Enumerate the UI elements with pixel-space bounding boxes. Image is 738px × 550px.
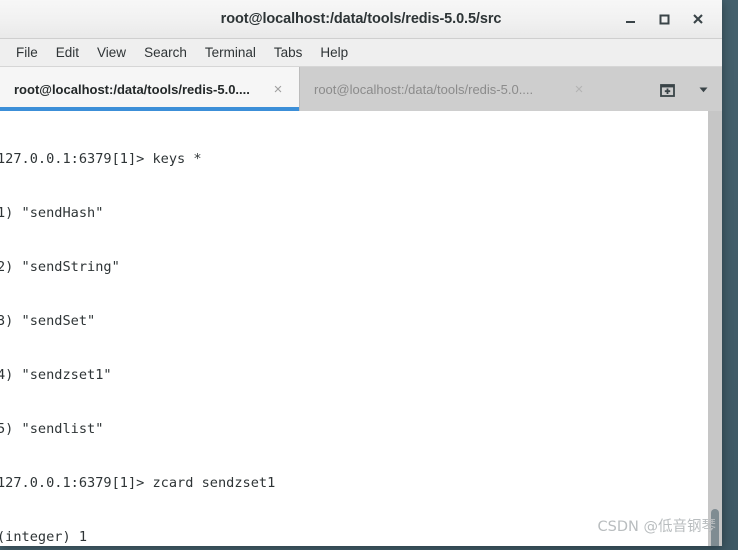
terminal-line: 1) "sendHash" (0, 205, 104, 221)
terminal-area: 127.0.0.1:6379[1]> keys * 1) "sendHash" … (0, 111, 722, 546)
terminal-line: (integer) 1 (0, 529, 88, 545)
tab-0-close-icon[interactable]: × (267, 78, 289, 100)
desktop-background: root@localhost:/data/tools/redis-5.0.5/s… (0, 0, 738, 550)
terminal-line: 2) "sendString" (0, 259, 120, 275)
tab-1[interactable]: root@localhost:/data/tools/redis-5.0....… (300, 67, 600, 111)
menu-item-terminal[interactable]: Terminal (196, 42, 265, 63)
terminal-scrollbar[interactable] (708, 111, 722, 546)
new-tab-icon[interactable] (654, 76, 680, 102)
terminal-line: 3) "sendSet" (0, 313, 96, 329)
tab-1-close-icon[interactable]: × (568, 78, 590, 100)
maximize-button[interactable] (648, 4, 680, 34)
window-controls (614, 0, 714, 38)
tab-0[interactable]: root@localhost:/data/tools/redis-5.0....… (0, 67, 300, 111)
terminal-window: root@localhost:/data/tools/redis-5.0.5/s… (0, 0, 722, 546)
minimize-button[interactable] (614, 4, 646, 34)
terminal-output[interactable]: 127.0.0.1:6379[1]> keys * 1) "sendHash" … (0, 111, 708, 546)
tab-0-label: root@localhost:/data/tools/redis-5.0.... (14, 81, 250, 97)
menu-item-help[interactable]: Help (311, 42, 357, 63)
menu-bar: File Edit View Search Terminal Tabs Help (0, 39, 722, 67)
title-bar: root@localhost:/data/tools/redis-5.0.5/s… (0, 0, 722, 39)
tab-bar: root@localhost:/data/tools/redis-5.0....… (0, 67, 722, 111)
terminal-line: 127.0.0.1:6379[1]> keys * (0, 151, 202, 167)
menu-item-search[interactable]: Search (135, 42, 196, 63)
menu-item-file[interactable]: File (7, 42, 47, 63)
scrollbar-thumb[interactable] (711, 509, 719, 546)
chevron-down-icon[interactable] (690, 76, 716, 102)
close-button[interactable] (682, 4, 714, 34)
terminal-line: 5) "sendlist" (0, 421, 104, 437)
menu-item-view[interactable]: View (88, 42, 135, 63)
tab-1-label: root@localhost:/data/tools/redis-5.0.... (314, 81, 534, 97)
window-title: root@localhost:/data/tools/redis-5.0.5/s… (220, 11, 502, 27)
menu-item-edit[interactable]: Edit (47, 42, 88, 63)
terminal-line: 127.0.0.1:6379[1]> zcard sendzset1 (0, 475, 276, 491)
tab-bar-actions (600, 67, 722, 111)
terminal-line: 4) "sendzset1" (0, 367, 112, 383)
menu-item-tabs[interactable]: Tabs (265, 42, 312, 63)
